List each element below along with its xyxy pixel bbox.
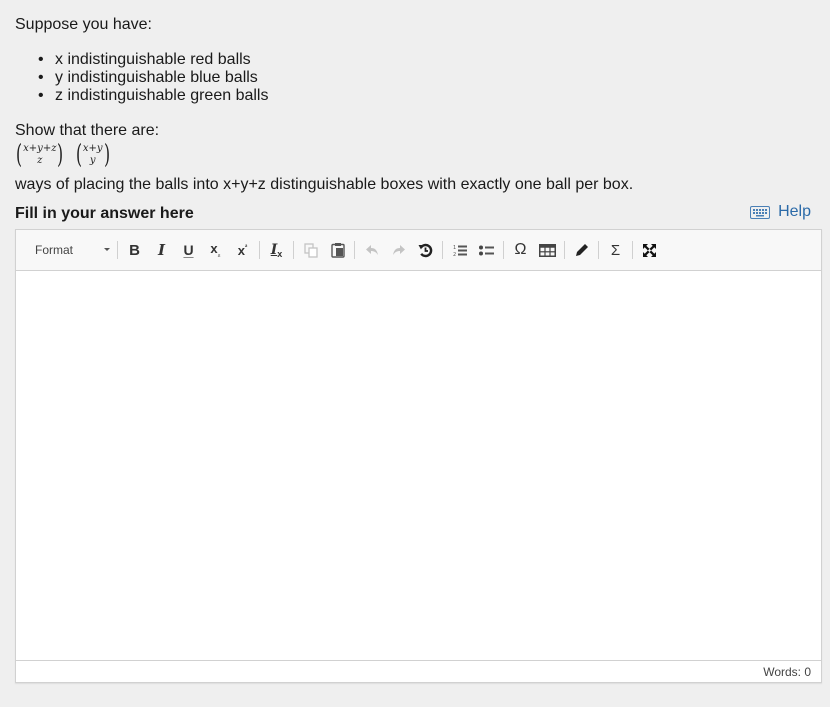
undo-button[interactable] — [358, 237, 385, 263]
svg-text:2: 2 — [453, 252, 456, 257]
remove-format-icon: Ix — [271, 242, 283, 259]
italic-button[interactable]: I — [148, 237, 175, 263]
toolbar-separator — [503, 241, 504, 259]
maximize-button[interactable] — [636, 237, 663, 263]
underline-button[interactable]: U — [175, 237, 202, 263]
pen-icon — [575, 244, 588, 256]
remove-format-button[interactable]: Ix — [263, 237, 290, 263]
editor-toolbar: Format B I U x₂ x² Ix 12 Ω Σ — [16, 230, 821, 271]
toolbar-separator — [293, 241, 294, 259]
toolbar-separator — [564, 241, 565, 259]
history-icon — [418, 243, 433, 257]
binomial-bottom: z — [37, 155, 43, 166]
ball-list: x indistinguishable red balls y indistin… — [0, 51, 269, 105]
binomial-top: x+y+z — [23, 143, 57, 154]
binomial-top: x+y — [82, 143, 103, 154]
binomial-1: ( x+y+z z ) — [14, 142, 66, 168]
subscript-icon: x₂ — [210, 241, 220, 259]
italic-icon: I — [157, 241, 166, 259]
toolbar-separator — [442, 241, 443, 259]
toolbar-separator — [598, 241, 599, 259]
format-dropdown[interactable]: Format — [22, 237, 114, 263]
redo-icon — [392, 245, 405, 255]
ways-text: ways of placing the balls into x+y+z dis… — [15, 176, 634, 193]
show-text: Show that there are: — [15, 122, 160, 139]
right-paren: ) — [57, 140, 64, 170]
toolbar-separator — [354, 241, 355, 259]
binomial-2: ( x+y y ) — [74, 142, 112, 168]
list-item: y indistinguishable blue balls — [38, 69, 268, 87]
maximize-icon — [643, 243, 656, 257]
special-character-button[interactable]: Ω — [507, 237, 534, 263]
table-icon — [539, 243, 556, 257]
toolbar-separator — [117, 241, 118, 259]
answer-label: Fill in your answer here — [15, 205, 194, 222]
underline-icon: U — [183, 242, 194, 258]
bold-icon: B — [129, 241, 140, 259]
rich-text-editor: Format B I U x₂ x² Ix 12 Ω Σ Words: 0 — [15, 229, 822, 683]
history-button[interactable] — [412, 237, 439, 263]
help-link[interactable]: Help — [750, 203, 811, 221]
toolbar-separator — [259, 241, 260, 259]
binomial-formula: ( x+y+z z ) ( x+y y ) — [14, 142, 115, 172]
redo-button[interactable] — [385, 237, 412, 263]
pen-button[interactable] — [568, 237, 595, 263]
sigma-icon: Σ — [610, 241, 621, 259]
copy-button[interactable] — [297, 237, 324, 263]
editor-statusbar: Words: 0 — [16, 661, 821, 682]
format-label: Format — [35, 243, 74, 257]
question-intro: Suppose you have: — [15, 16, 152, 33]
chevron-down-icon — [104, 248, 110, 251]
svg-text:1: 1 — [453, 245, 456, 251]
numbered-list-button[interactable]: 12 — [446, 237, 473, 263]
list-item: x indistinguishable red balls — [38, 51, 268, 69]
keyboard-icon — [750, 205, 771, 219]
equation-button[interactable]: Σ — [602, 237, 629, 263]
paste-button[interactable] — [324, 237, 351, 263]
help-label[interactable]: Help — [778, 203, 811, 221]
superscript-icon: x² — [238, 243, 248, 258]
bold-button[interactable]: B — [121, 237, 148, 263]
omega-icon: Ω — [514, 241, 527, 258]
subscript-base: x — [210, 241, 218, 257]
bulleted-list-button[interactable] — [473, 237, 500, 263]
left-paren: ( — [75, 140, 82, 170]
table-button[interactable] — [534, 237, 561, 263]
superscript-button[interactable]: x² — [229, 237, 256, 263]
binomial-bottom: y — [89, 155, 96, 166]
toolbar-separator — [632, 241, 633, 259]
undo-icon — [365, 245, 378, 255]
copy-icon — [303, 242, 318, 258]
numbered-list-icon: 12 — [453, 245, 467, 257]
left-paren: ( — [16, 140, 23, 170]
subscript-small: ₂ — [217, 251, 221, 259]
superscript-base: x — [237, 242, 245, 258]
word-count: Words: 0 — [763, 664, 811, 679]
remove-format-x: x — [277, 248, 283, 259]
bulleted-list-icon — [479, 245, 494, 255]
answer-textarea[interactable] — [16, 271, 821, 661]
paste-icon — [330, 243, 345, 258]
list-item: z indistinguishable green balls — [38, 87, 269, 105]
superscript-small: ² — [244, 244, 248, 252]
right-paren: ) — [103, 140, 110, 170]
subscript-button[interactable]: x₂ — [202, 237, 229, 263]
